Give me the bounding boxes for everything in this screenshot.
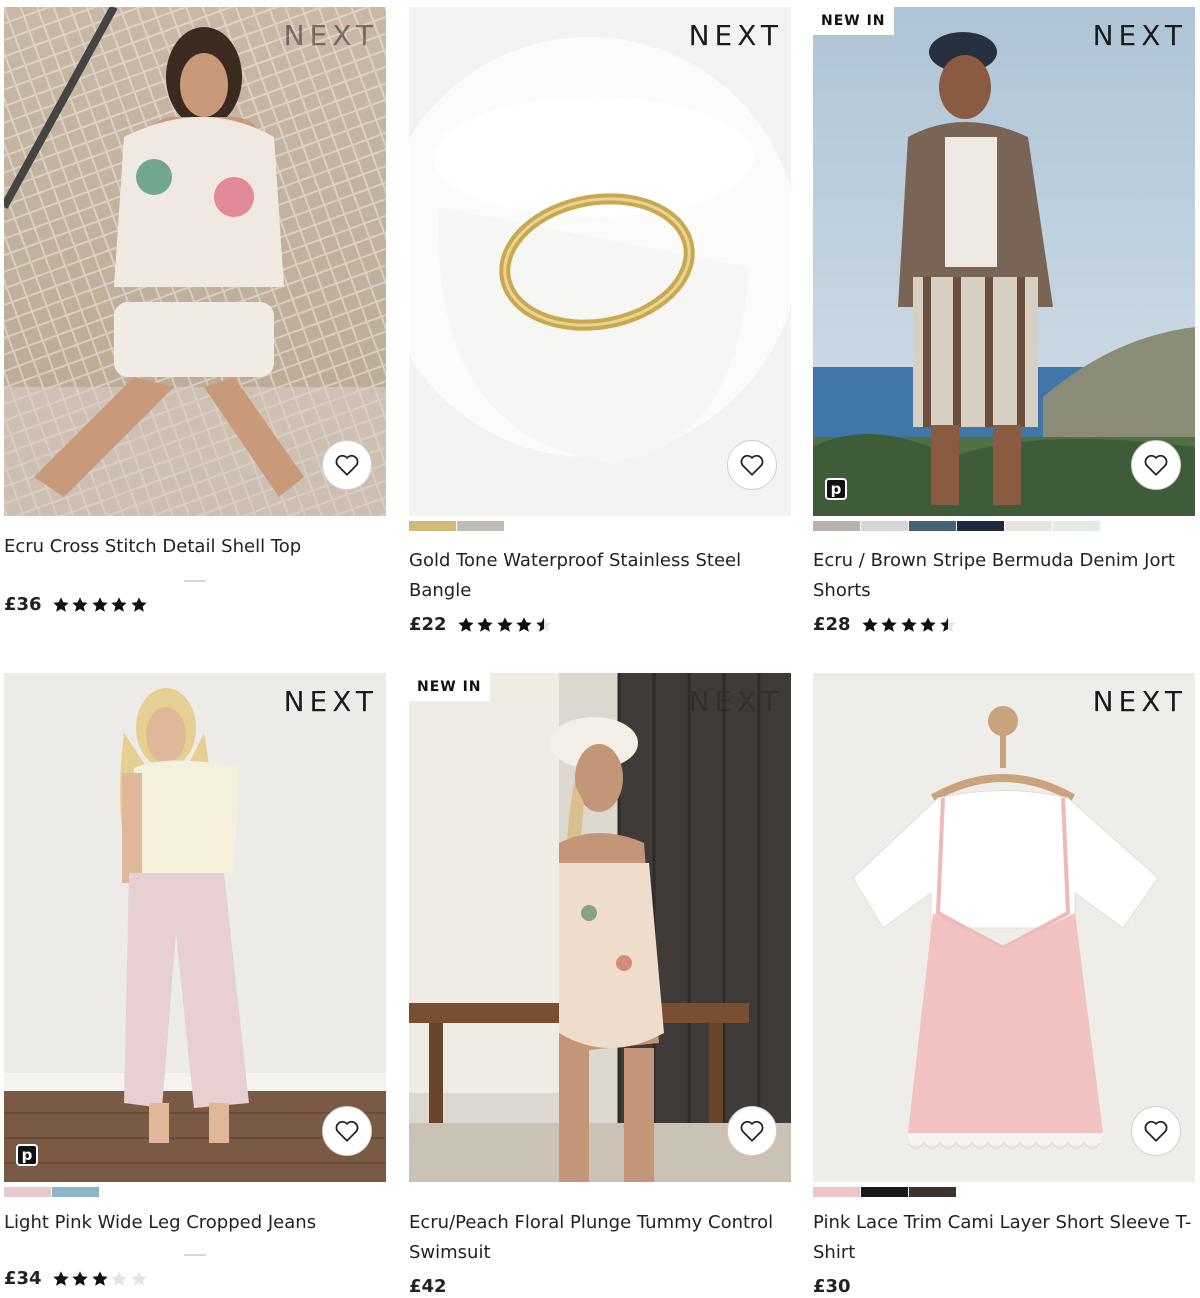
colour-swatch[interactable] xyxy=(52,1187,99,1197)
product-image[interactable]: NEXT xyxy=(409,7,791,516)
product-image[interactable]: NEW IN NEXT p xyxy=(813,7,1195,516)
star-filled-icon xyxy=(52,1270,69,1286)
pay-later-badge-icon: p xyxy=(825,478,847,500)
product-title[interactable]: Pink Lace Trim Cami Layer Short Sleeve T… xyxy=(813,1208,1195,1268)
star-filled-icon xyxy=(920,616,936,632)
star-half-icon xyxy=(535,616,552,632)
rating-stars xyxy=(861,616,959,634)
product-title[interactable]: Ecru/Peach Floral Plunge Tummy Control S… xyxy=(409,1208,791,1268)
star-filled-icon xyxy=(861,616,878,632)
brand-logo: NEXT xyxy=(283,685,378,718)
product-photo xyxy=(813,673,1195,1182)
colour-swatch[interactable] xyxy=(4,1187,51,1197)
colour-swatch[interactable] xyxy=(813,1187,860,1197)
star-filled-icon xyxy=(111,596,127,612)
product-price: £22 xyxy=(409,614,447,635)
product-title[interactable]: Light Pink Wide Leg Cropped Jeans xyxy=(4,1208,386,1238)
product-image[interactable]: NEW IN NEXT xyxy=(409,673,791,1182)
heart-outline-icon xyxy=(740,1120,764,1142)
star-empty-icon xyxy=(130,1270,147,1286)
favourite-button[interactable] xyxy=(322,1106,372,1156)
rating-stars xyxy=(52,596,150,614)
product-card[interactable]: NEW IN NEXT p Ecru / Brown Stripe Bermud… xyxy=(813,7,1195,635)
favourite-button[interactable] xyxy=(1131,440,1181,490)
product-card[interactable]: NEXT Ecru Cross Stitch Detail Shell Top … xyxy=(4,7,386,615)
star-empty-icon xyxy=(111,1270,127,1286)
favourite-button[interactable] xyxy=(727,1106,777,1156)
star-filled-icon xyxy=(516,616,532,632)
product-card[interactable]: NEXT Pink Lace Trim Cami Layer Short Sle… xyxy=(813,673,1195,1297)
star-filled-icon xyxy=(52,596,69,612)
brand-logo: NEXT xyxy=(1092,685,1187,718)
star-filled-icon xyxy=(91,596,108,612)
colour-swatch[interactable] xyxy=(861,521,908,531)
product-price: £36 xyxy=(4,594,42,615)
star-half-icon xyxy=(939,616,956,632)
favourite-button[interactable] xyxy=(322,440,372,490)
brand-logo: NEXT xyxy=(688,19,783,52)
colour-swatch[interactable] xyxy=(1053,521,1100,531)
colour-swatches[interactable] xyxy=(409,521,791,531)
star-filled-icon xyxy=(72,596,88,612)
colour-swatch[interactable] xyxy=(409,521,456,531)
star-filled-icon xyxy=(457,616,474,632)
heart-outline-icon xyxy=(1144,454,1168,476)
colour-swatch[interactable] xyxy=(909,521,956,531)
product-photo xyxy=(409,7,791,516)
rating-stars xyxy=(52,1270,150,1288)
new-in-badge: NEW IN xyxy=(813,7,894,35)
swatch-placeholder xyxy=(184,1254,206,1256)
brand-logo: NEXT xyxy=(1092,19,1187,52)
product-price: £30 xyxy=(813,1276,851,1297)
colour-swatch[interactable] xyxy=(957,521,1004,531)
favourite-button[interactable] xyxy=(727,440,777,490)
product-photo xyxy=(813,7,1195,516)
star-filled-icon xyxy=(881,616,897,632)
star-filled-icon xyxy=(477,616,493,632)
product-title[interactable]: Gold Tone Waterproof Stainless Steel Ban… xyxy=(409,546,791,606)
product-price: £34 xyxy=(4,1268,42,1289)
product-price: £28 xyxy=(813,614,851,635)
colour-swatches[interactable] xyxy=(813,521,1195,531)
product-image[interactable]: NEXT xyxy=(813,673,1195,1182)
star-filled-icon xyxy=(900,616,917,632)
colour-swatch[interactable] xyxy=(909,1187,956,1197)
product-image[interactable]: NEXT xyxy=(4,7,386,516)
colour-swatches[interactable] xyxy=(813,1187,1195,1197)
rating-stars xyxy=(457,616,555,634)
product-card[interactable]: NEXT p Light Pink Wide Leg Cropped Jeans… xyxy=(4,673,386,1289)
heart-outline-icon xyxy=(335,454,359,476)
star-filled-icon xyxy=(72,1270,88,1286)
colour-swatch[interactable] xyxy=(1005,521,1052,531)
colour-swatch[interactable] xyxy=(861,1187,908,1197)
star-filled-icon xyxy=(496,616,513,632)
heart-outline-icon xyxy=(740,454,764,476)
product-title[interactable]: Ecru / Brown Stripe Bermuda Denim Jort S… xyxy=(813,546,1195,606)
star-filled-icon xyxy=(130,596,147,612)
colour-swatches[interactable] xyxy=(4,1187,386,1197)
heart-outline-icon xyxy=(335,1120,359,1142)
product-card[interactable]: NEW IN NEXT Ecru/Peach Floral Plunge Tum… xyxy=(409,673,791,1297)
product-title[interactable]: Ecru Cross Stitch Detail Shell Top xyxy=(4,532,386,562)
brand-logo: NEXT xyxy=(283,19,378,52)
colour-swatch[interactable] xyxy=(457,521,504,531)
product-image[interactable]: NEXT p xyxy=(4,673,386,1182)
product-photo xyxy=(4,673,386,1182)
product-card[interactable]: NEXT Gold Tone Waterproof Stainless Stee… xyxy=(409,7,791,635)
swatch-placeholder xyxy=(184,580,206,582)
colour-swatch[interactable] xyxy=(813,521,860,531)
brand-logo: NEXT xyxy=(688,685,783,718)
product-photo xyxy=(409,673,791,1182)
star-filled-icon xyxy=(91,1270,108,1286)
product-price: £42 xyxy=(409,1276,447,1297)
heart-outline-icon xyxy=(1144,1120,1168,1142)
product-photo xyxy=(4,7,386,516)
new-in-badge: NEW IN xyxy=(409,673,490,701)
favourite-button[interactable] xyxy=(1131,1106,1181,1156)
pay-later-badge-icon: p xyxy=(16,1144,38,1166)
